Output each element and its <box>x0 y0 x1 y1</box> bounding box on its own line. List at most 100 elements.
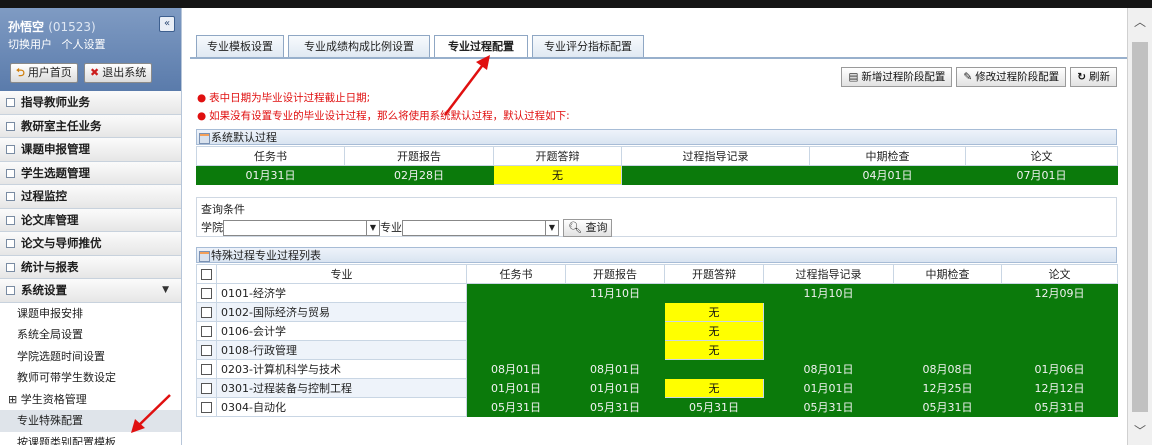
bullet-icon: ● <box>197 92 207 104</box>
menu-item-label: 教研室主任业务 <box>21 118 102 133</box>
college-label: 学院 <box>201 221 223 234</box>
row-checkbox[interactable] <box>201 288 212 299</box>
menu-item-statistics[interactable]: 统计与报表 <box>0 255 181 279</box>
table-row[interactable]: 0301-过程装备与控制工程 01月01日 01月01日无 01月01日 12月25日 1… <box>196 378 1118 398</box>
table-row[interactable]: 0108-行政管理 无 <box>196 340 1118 360</box>
user-links: 切换用户 个人设置 <box>8 36 112 52</box>
table-row: 01月31日 02月28日 无 04月01日 07月01日 <box>196 165 1118 185</box>
chevron-down-icon[interactable]: ▼ <box>366 221 379 235</box>
main-content: 专业模板设置 专业成绩构成比例设置 专业过程配置 专业评分指标配置 ▤ 新增过程阶… <box>190 29 1127 445</box>
menu-item-advisor[interactable]: 指导教师业务 <box>0 91 181 115</box>
menu-item-director[interactable]: 教研室主任业务 <box>0 114 181 138</box>
menu-item-thesis-library[interactable]: 论文库管理 <box>0 208 181 232</box>
query-button[interactable]: 🔍︎ 查询 <box>563 219 613 237</box>
date-cell <box>763 340 894 360</box>
date-cell <box>893 321 1002 341</box>
date-cell: 01月01日 <box>763 378 894 398</box>
user-panel: 孙悟空 (01523) « 切换用户 个人设置 ⮌ 用户首页 ✖ 退出系统 <box>0 8 181 91</box>
notes: ● 表中日期为毕业设计过程截止日期; ● 如果没有设置专业的毕业设计过程，那么将使用… <box>197 89 570 125</box>
home-button[interactable]: ⮌ 用户首页 <box>10 63 78 83</box>
column-header: 开题报告 <box>344 146 494 166</box>
row-checkbox-cell[interactable] <box>196 283 217 303</box>
tab-process-config[interactable]: 专业过程配置 <box>434 35 528 59</box>
scroll-thumb[interactable] <box>1132 42 1148 412</box>
select-all-checkbox-cell[interactable] <box>196 264 217 284</box>
special-table-body: 0101-经济学 11月10日 11月10日 12月09日 0102-国际经济与贸易无 0… <box>196 283 1118 417</box>
date-cell <box>466 283 566 303</box>
vertical-scrollbar[interactable]: ︿ ﹀ <box>1127 8 1152 445</box>
default-process-table: 任务书 开题报告 开题答辩 过程指导记录 中期检查 论文 01月31日 02月2… <box>196 146 1118 185</box>
select-all-checkbox[interactable] <box>201 269 212 280</box>
row-checkbox-cell[interactable] <box>196 378 217 398</box>
submenu-item-special-config[interactable]: 专业特殊配置 <box>0 410 181 432</box>
table-row[interactable]: 0102-国际经济与贸易 无 <box>196 302 1118 322</box>
major-name-cell: 0203-计算机科学与技术 <box>216 359 467 379</box>
row-checkbox[interactable] <box>201 364 212 375</box>
major-label: 专业 <box>380 221 402 234</box>
scroll-up-icon[interactable]: ︿ <box>1128 10 1152 34</box>
submenu-item-topic-arrange[interactable]: 课题申报安排 <box>0 303 181 325</box>
row-checkbox-cell[interactable] <box>196 302 217 322</box>
add-process-config-button[interactable]: ▤ 新增过程阶段配置 <box>841 67 953 87</box>
row-checkbox-cell[interactable] <box>196 340 217 360</box>
row-checkbox-cell[interactable] <box>196 397 217 417</box>
major-select[interactable]: ▼ <box>402 220 559 236</box>
date-cell: 08月01日 <box>466 359 566 379</box>
row-checkbox[interactable] <box>201 383 212 394</box>
menu-item-recommend[interactable]: 论文与导师推优 <box>0 232 181 256</box>
submenu-item-label: 学生资格管理 <box>20 392 87 406</box>
scroll-down-icon[interactable]: ﹀ <box>1128 419 1152 443</box>
note-text: 如果没有设置专业的毕业设计过程，那么将使用系统默认过程，默认过程如下: <box>209 110 570 122</box>
column-header: 中期检查 <box>893 264 1002 284</box>
submenu-item-category-template[interactable]: 按课题类别配置模板 <box>0 432 181 445</box>
table-row[interactable]: 0203-计算机科学与技术 08月01日 08月01日 08月01日 08月08日 01月… <box>196 359 1118 379</box>
row-checkbox-cell[interactable] <box>196 321 217 341</box>
table-row[interactable]: 0101-经济学 11月10日 11月10日 12月09日 <box>196 283 1118 303</box>
menu-item-process-monitor[interactable]: 过程监控 <box>0 185 181 209</box>
expand-icon[interactable]: ⊞ <box>8 393 17 406</box>
table-header-row: 任务书 开题报告 开题答辩 过程指导记录 中期检查 论文 <box>196 146 1118 166</box>
table-row[interactable]: 0304-自动化 05月31日 05月31日 05月31日 05月31日 05月31日 05… <box>196 397 1118 417</box>
collapse-sidebar-button[interactable]: « <box>159 16 175 32</box>
tab-scoring-indicators[interactable]: 专业评分指标配置 <box>532 35 644 58</box>
add-button-label: 新增过程阶段配置 <box>861 71 946 83</box>
row-checkbox[interactable] <box>201 307 212 318</box>
edit-process-config-button[interactable]: ✎ 修改过程阶段配置 <box>956 67 1067 87</box>
tab-template-settings[interactable]: 专业模板设置 <box>196 35 284 58</box>
refresh-button[interactable]: ↻ 刷新 <box>1070 67 1117 87</box>
menu-item-system-settings[interactable]: 系统设置 ▼ <box>0 279 181 303</box>
note-line: ● 表中日期为毕业设计过程截止日期; <box>197 89 570 107</box>
date-cell <box>565 321 665 341</box>
row-checkbox[interactable] <box>201 345 212 356</box>
menu-item-student-topic[interactable]: 学生选题管理 <box>0 161 181 185</box>
row-checkbox[interactable] <box>201 326 212 337</box>
column-header: 开题答辩 <box>664 264 764 284</box>
home-button-label: 用户首页 <box>27 66 72 79</box>
submenu-item-student-qualification[interactable]: ⊞ 学生资格管理 <box>0 389 181 411</box>
date-cell <box>893 340 1002 360</box>
submenu-item-college-time[interactable]: 学院选题时间设置 <box>0 346 181 368</box>
switch-user-link[interactable]: 切换用户 <box>8 38 52 51</box>
date-cell <box>893 283 1002 303</box>
college-select[interactable]: ▼ <box>223 220 380 236</box>
tab-score-ratio[interactable]: 专业成绩构成比例设置 <box>288 35 430 58</box>
menu-item-label: 学生选题管理 <box>21 165 90 180</box>
date-cell: 无 <box>664 302 764 322</box>
date-cell: 无 <box>664 340 764 360</box>
date-cell: 无 <box>664 378 764 398</box>
chevron-down-icon[interactable]: ▼ <box>545 221 558 235</box>
row-checkbox-cell[interactable] <box>196 359 217 379</box>
top-strip <box>0 0 1152 8</box>
submenu-item-global-settings[interactable]: 系统全局设置 <box>0 324 181 346</box>
menu-item-topic-apply[interactable]: 课题申报管理 <box>0 138 181 162</box>
personal-settings-link[interactable]: 个人设置 <box>62 38 106 51</box>
main-menu: 指导教师业务 教研室主任业务 课题申报管理 学生选题管理 过程监控 论文库管理 … <box>0 91 181 303</box>
date-cell: 01月01日 <box>466 378 566 398</box>
default-process-title: 系统默认过程 <box>211 131 277 144</box>
logout-button-label: 退出系统 <box>102 66 147 79</box>
major-name-cell: 0108-行政管理 <box>216 340 467 360</box>
submenu-item-teacher-quota[interactable]: 教师可带学生数设定 <box>0 367 181 389</box>
row-checkbox[interactable] <box>201 402 212 413</box>
table-row[interactable]: 0106-会计学 无 <box>196 321 1118 341</box>
logout-button[interactable]: ✖ 退出系统 <box>84 63 153 83</box>
